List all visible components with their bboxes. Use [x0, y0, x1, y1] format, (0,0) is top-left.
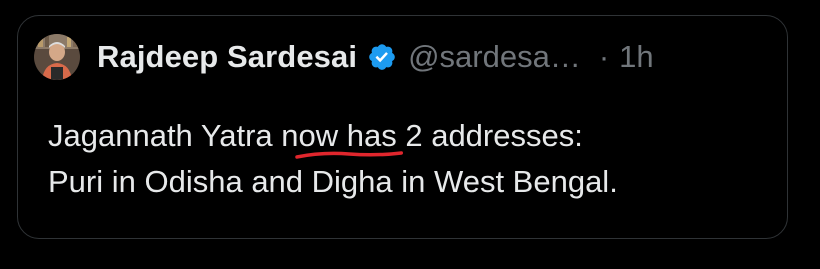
tweet-timestamp[interactable]: 1h: [619, 39, 653, 75]
red-underline-annotation: [294, 150, 403, 162]
tweet-text-highlight: ow has: [298, 118, 397, 153]
author-handle[interactable]: @sardesa…: [408, 39, 581, 75]
tweet-text-line1-end: 2 addresses:: [396, 118, 583, 153]
author-name[interactable]: Rajdeep Sardesai: [97, 39, 357, 75]
tweet-header: Rajdeep Sardesai @sardesa… · 1h: [34, 34, 654, 80]
tweet-text-line1-start: Jagannath Yatra n: [48, 118, 299, 153]
avatar[interactable]: [34, 34, 80, 80]
highlighted-phrase: ow has: [294, 113, 403, 159]
header-separator: ·: [598, 39, 610, 74]
tweet-text: Jagannath Yatra now has 2 addresses: Puri…: [48, 113, 778, 205]
verified-badge-icon: [367, 42, 397, 72]
tweet-text-line2: Puri in Odisha and Digha in West Bengal.: [48, 164, 618, 199]
